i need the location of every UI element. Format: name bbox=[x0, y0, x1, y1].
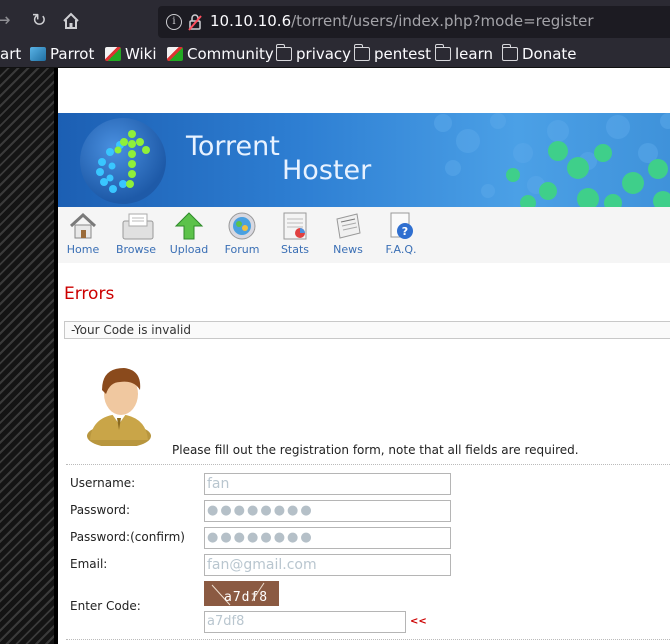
bookmarks-bar: art Parrot Wiki Community privacy pentes… bbox=[0, 44, 670, 68]
background-stripes bbox=[0, 68, 54, 644]
bookmark-label: learn bbox=[455, 45, 493, 63]
home-icon bbox=[68, 211, 98, 241]
folder-icon bbox=[502, 44, 518, 61]
nav-upload[interactable]: Upload bbox=[164, 211, 214, 256]
nav-label: F.A.Q. bbox=[385, 243, 417, 256]
nav-label: Forum bbox=[224, 243, 260, 256]
bookmark-community[interactable]: Community bbox=[167, 44, 274, 68]
captcha-image: a7df8 bbox=[204, 581, 279, 606]
site-title-line2: Hoster bbox=[282, 155, 372, 186]
folder-icon bbox=[276, 44, 292, 61]
nav-stats[interactable]: Stats bbox=[270, 211, 320, 256]
divider bbox=[66, 639, 670, 640]
site-title-line1: Torrent bbox=[186, 131, 280, 162]
nav-label: Upload bbox=[169, 243, 209, 256]
code-label: Enter Code: bbox=[70, 599, 141, 613]
bookmark-label: Community bbox=[187, 45, 274, 63]
insecure-lock-icon[interactable] bbox=[188, 13, 202, 31]
site-logo[interactable] bbox=[80, 118, 166, 204]
folder-icon bbox=[435, 44, 451, 61]
url-path: /torrent/users/index.php?mode=register bbox=[291, 12, 594, 30]
bookmark-learn[interactable]: learn bbox=[435, 44, 493, 68]
news-icon bbox=[333, 211, 363, 241]
faq-icon: ? bbox=[386, 211, 416, 241]
folder-icon bbox=[354, 44, 370, 61]
nav-label: Browse bbox=[115, 243, 157, 256]
password-field[interactable]: ●●●●●●●● bbox=[204, 500, 451, 522]
reload-icon[interactable]: ↻ bbox=[28, 10, 50, 32]
divider bbox=[66, 464, 670, 465]
captcha-text: a7df8 bbox=[224, 590, 269, 605]
username-field[interactable]: fan bbox=[204, 473, 451, 495]
svg-text:?: ? bbox=[402, 225, 408, 238]
errors-heading: Errors bbox=[64, 284, 115, 304]
bookmark-parrot[interactable]: Parrot bbox=[30, 44, 94, 68]
bookmark-wiki[interactable]: Wiki bbox=[105, 44, 157, 68]
forum-icon bbox=[227, 211, 257, 241]
password-confirm-field[interactable]: ●●●●●●●● bbox=[204, 527, 451, 549]
username-label: Username: bbox=[70, 476, 136, 490]
nav-label: News bbox=[333, 243, 363, 256]
url-host: 10.10.10.6 bbox=[210, 12, 292, 30]
bookmark-donate[interactable]: Donate bbox=[502, 44, 577, 68]
code-field[interactable]: a7df8 bbox=[204, 611, 406, 633]
nav-label: Home bbox=[66, 243, 100, 256]
bookmark-privacy[interactable]: privacy bbox=[276, 44, 351, 68]
bookmark-label: pentest bbox=[374, 45, 432, 63]
email-field[interactable]: fan@gmail.com bbox=[204, 554, 451, 576]
password-label: Password: bbox=[70, 503, 131, 517]
user-avatar-icon bbox=[87, 368, 151, 446]
nav-browse[interactable]: Browse bbox=[111, 211, 161, 256]
nav-news[interactable]: News bbox=[323, 211, 373, 256]
code-error-marker: << bbox=[410, 616, 427, 627]
nav-faq[interactable]: ? F.A.Q. bbox=[376, 211, 426, 256]
upload-icon bbox=[174, 211, 204, 241]
bookmark-pentest[interactable]: pentest bbox=[354, 44, 431, 68]
site-nav: Home Browse Upload Forum Stats News ? F.… bbox=[58, 207, 670, 263]
home-icon[interactable] bbox=[60, 10, 82, 32]
page-content: Torrent Hoster Home Browse Upload Forum … bbox=[58, 68, 670, 644]
nav-forum[interactable]: Forum bbox=[217, 211, 267, 256]
form-instructions: Please fill out the registration form, n… bbox=[172, 443, 579, 457]
back-arrow-icon[interactable]: → bbox=[0, 10, 14, 32]
bookmark-label: privacy bbox=[296, 45, 352, 63]
stats-icon bbox=[280, 211, 310, 241]
error-message: -Your Code is invalid bbox=[64, 321, 670, 339]
bookmark-label: art bbox=[0, 45, 22, 63]
community-icon bbox=[167, 47, 183, 61]
site-banner: Torrent Hoster bbox=[58, 113, 670, 207]
password-confirm-label: Password:(confirm) bbox=[70, 530, 185, 544]
wiki-icon bbox=[105, 47, 121, 61]
browser-toolbar: → ↻ i 10.10.10.6/torrent/users/index.php… bbox=[0, 0, 670, 44]
url-text[interactable]: 10.10.10.6/torrent/users/index.php?mode=… bbox=[210, 12, 594, 30]
bookmark-label: Wiki bbox=[125, 45, 157, 63]
nav-home[interactable]: Home bbox=[58, 211, 108, 256]
info-icon[interactable]: i bbox=[166, 14, 182, 30]
bookmark-art[interactable]: art bbox=[0, 44, 21, 68]
parrot-icon bbox=[30, 47, 46, 61]
bookmark-label: Donate bbox=[522, 45, 577, 63]
url-bar[interactable]: i 10.10.10.6/torrent/users/index.php?mod… bbox=[158, 6, 670, 38]
nav-label: Stats bbox=[280, 243, 310, 256]
email-label: Email: bbox=[70, 557, 108, 571]
logo-arrow-icon bbox=[96, 130, 150, 193]
browse-icon bbox=[121, 211, 154, 241]
bookmark-label: Parrot bbox=[50, 45, 95, 63]
